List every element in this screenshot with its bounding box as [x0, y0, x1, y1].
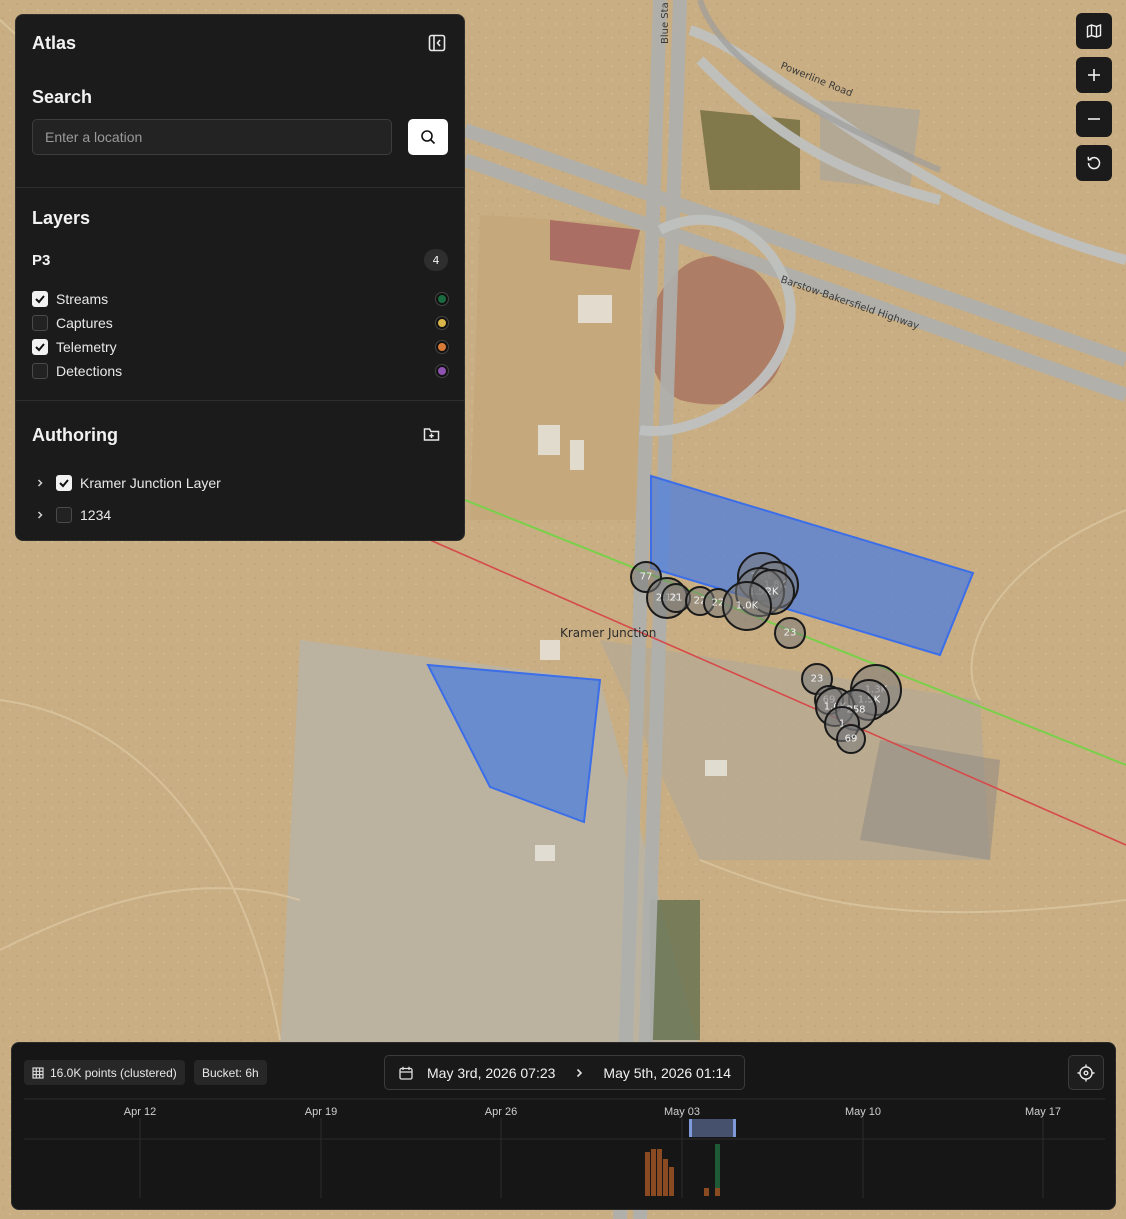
- timeline-tick-label: Apr 19: [305, 1106, 337, 1118]
- chevron-right-icon[interactable]: [32, 475, 48, 491]
- authoring-section-title: Authoring: [32, 425, 118, 445]
- layer-label: Detections: [56, 363, 123, 379]
- layer-item-captures[interactable]: Captures: [32, 311, 448, 335]
- panel-header: Atlas: [32, 31, 448, 55]
- layer-label: Captures: [56, 315, 113, 331]
- cluster-count: 1.0K: [736, 601, 759, 612]
- zoom-in-button[interactable]: [1076, 57, 1112, 93]
- side-panel: Atlas Search Layers P3 4: [15, 14, 465, 541]
- calendar-icon: [385, 1066, 427, 1080]
- map-icon: [1086, 23, 1102, 39]
- search-row: [32, 119, 448, 155]
- layer-checkbox[interactable]: [32, 339, 48, 355]
- histogram-bar: [669, 1167, 674, 1196]
- layer-item-detections[interactable]: Detections: [32, 359, 448, 383]
- histogram-bar: [715, 1188, 720, 1196]
- authoring-item-label: Kramer Junction Layer: [80, 475, 221, 491]
- authoring-tree: Kramer Junction Layer 1234: [32, 467, 448, 531]
- timeline-tick-label: May 10: [845, 1106, 881, 1118]
- reset-view-button[interactable]: [1076, 145, 1112, 181]
- basemap-button[interactable]: [1076, 13, 1112, 49]
- plus-icon: [1088, 69, 1100, 81]
- panel-title: Atlas: [32, 32, 77, 53]
- layer-group-name: P3: [32, 251, 51, 269]
- cluster-marker[interactable]: 1.0K: [722, 581, 772, 631]
- histogram-bar: [657, 1149, 662, 1196]
- crosshair-icon: [1077, 1064, 1095, 1081]
- timeline-tick-label: May 17: [1025, 1106, 1061, 1118]
- divider: [16, 187, 464, 188]
- histogram-bar: [651, 1149, 656, 1196]
- range-start[interactable]: May 3rd, 2026 07:23: [427, 1065, 555, 1081]
- timeline-chart[interactable]: Apr 12 Apr 19 Apr 26 May 03 May 10 May 17: [12, 1098, 1116, 1210]
- search-input[interactable]: [32, 119, 392, 155]
- layers-section-title: Layers: [32, 208, 91, 228]
- minus-icon: [1088, 118, 1100, 120]
- divider: [16, 400, 464, 401]
- rotate-icon: [1087, 156, 1101, 170]
- date-range-picker[interactable]: May 3rd, 2026 07:23 May 5th, 2026 01:14: [384, 1055, 745, 1090]
- chevron-right-icon: [555, 1068, 603, 1078]
- cluster-count: 77: [640, 572, 653, 583]
- histogram-bar: [704, 1188, 709, 1196]
- timeline-selection[interactable]: [689, 1119, 736, 1137]
- histogram-bar: [663, 1159, 668, 1196]
- locate-button[interactable]: [1068, 1055, 1104, 1090]
- folder-plus-icon[interactable]: [420, 423, 442, 445]
- chevron-right-icon[interactable]: [32, 507, 48, 523]
- cluster-count: 21: [670, 593, 683, 604]
- layer-count-badge: 4: [424, 249, 448, 271]
- layer-color-dot: [436, 293, 448, 305]
- bucket-size: Bucket: 6h: [202, 1065, 259, 1080]
- layer-group-p3[interactable]: P3 4: [32, 249, 448, 271]
- authoring-item-1234[interactable]: 1234: [32, 499, 448, 531]
- layer-checkbox[interactable]: [32, 363, 48, 379]
- layer-item-telemetry[interactable]: Telemetry: [32, 335, 448, 359]
- zoom-out-button[interactable]: [1076, 101, 1112, 137]
- layer-color-dot: [436, 317, 448, 329]
- layer-item-streams[interactable]: Streams: [32, 287, 448, 311]
- layer-label: Streams: [56, 291, 109, 307]
- authoring-item-label: 1234: [80, 507, 112, 523]
- timeline-tick-label: May 03: [664, 1106, 700, 1118]
- histogram-bar: [645, 1152, 650, 1196]
- timeline-tick-label: Apr 12: [124, 1106, 156, 1118]
- cluster-marker[interactable]: 69: [836, 724, 866, 754]
- points-count: 16.0K points (clustered): [50, 1065, 177, 1080]
- layer-label: Telemetry: [56, 339, 117, 355]
- search-button[interactable]: [408, 119, 448, 155]
- timeline-panel: 16.0K points (clustered) Bucket: 6h May …: [11, 1042, 1116, 1210]
- authoring-checkbox[interactable]: [56, 507, 72, 523]
- place-label: Kramer Junction: [560, 626, 656, 640]
- layer-color-dot: [436, 341, 448, 353]
- panel-collapse-icon[interactable]: [426, 32, 448, 54]
- points-chip: 16.0K points (clustered): [24, 1060, 185, 1085]
- cluster-count: 23: [811, 674, 824, 685]
- selection-handle[interactable]: [733, 1119, 736, 1137]
- layer-checkbox[interactable]: [32, 315, 48, 331]
- authoring-item-kramer[interactable]: Kramer Junction Layer: [32, 467, 448, 499]
- cluster-marker[interactable]: 23: [774, 617, 806, 649]
- search-section-title: Search: [32, 87, 93, 107]
- cluster-count: 69: [845, 734, 858, 745]
- authoring-checkbox[interactable]: [56, 475, 72, 491]
- search-icon: [421, 130, 436, 145]
- selection-handle[interactable]: [689, 1119, 692, 1137]
- layer-checkbox[interactable]: [32, 291, 48, 307]
- road-label: Blue Sta: [660, 2, 671, 44]
- layer-list: Streams Captures Telemetry Detections: [32, 287, 448, 383]
- layer-color-dot: [436, 365, 448, 377]
- table-icon: [32, 1066, 44, 1079]
- timeline-tick-label: Apr 26: [485, 1106, 517, 1118]
- range-end[interactable]: May 5th, 2026 01:14: [603, 1065, 731, 1081]
- bucket-chip: Bucket: 6h: [194, 1060, 267, 1085]
- cluster-count: 23: [784, 628, 797, 639]
